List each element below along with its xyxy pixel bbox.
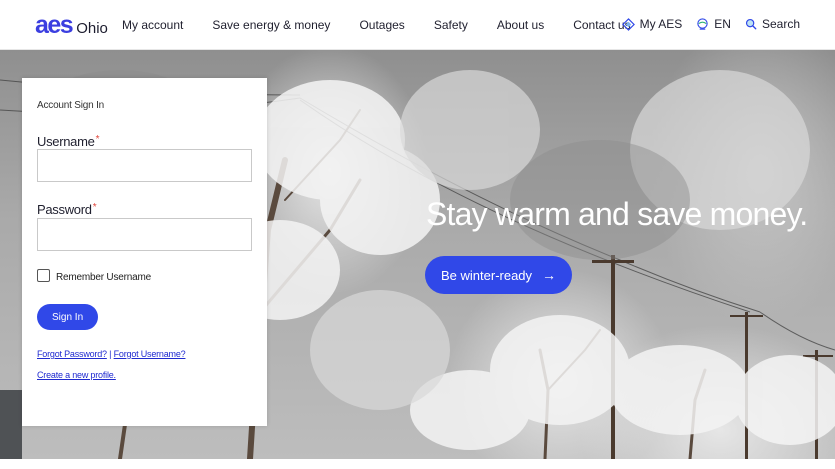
nav-my-account[interactable]: My account	[122, 18, 183, 32]
main-nav: My account Save energy & money Outages S…	[122, 18, 631, 32]
nav-outages[interactable]: Outages	[359, 18, 404, 32]
password-label: Password*	[37, 202, 97, 217]
password-label-text: Password	[37, 202, 92, 217]
link-separator: |	[109, 349, 112, 359]
language-label: EN	[714, 17, 731, 31]
username-label: Username*	[37, 134, 99, 149]
page-footer-strip	[0, 459, 835, 469]
be-winter-ready-button[interactable]: Be winter-ready →	[425, 256, 573, 294]
cta-label: Be winter-ready	[441, 267, 533, 283]
arrow-right-icon: →	[542, 267, 557, 283]
language-selector[interactable]: EN	[696, 17, 731, 31]
forgot-password-link[interactable]: Forgot Password?	[37, 349, 107, 359]
username-label-text: Username	[37, 134, 95, 149]
my-aes-label: My AES	[639, 17, 683, 31]
logo-mark: aes	[35, 11, 74, 39]
password-input[interactable]	[37, 218, 252, 251]
required-mark: *	[95, 134, 100, 145]
my-aes-link[interactable]: My AES	[621, 17, 683, 31]
required-mark: *	[92, 202, 97, 213]
aes-ohio-logo[interactable]: aes Ohio	[35, 11, 108, 39]
hero-headline: Stay warm and save money.	[426, 196, 808, 232]
sign-in-button[interactable]: Sign In	[37, 304, 99, 330]
search-icon	[745, 18, 757, 30]
create-profile-link[interactable]: Create a new profile.	[37, 370, 116, 380]
nav-save-energy[interactable]: Save energy & money	[212, 18, 330, 32]
forgot-links: Forgot Password? | Forgot Username?	[37, 349, 186, 359]
globe-icon	[697, 17, 708, 30]
remember-username-row[interactable]: Remember Username	[37, 268, 151, 283]
remember-username-label: Remember Username	[56, 272, 151, 283]
search-link[interactable]: Search	[745, 17, 800, 31]
my-aes-icon	[621, 17, 635, 31]
nav-safety[interactable]: Safety	[434, 18, 468, 32]
utility-nav: My AES EN Search	[608, 17, 800, 31]
logo-region: Ohio	[76, 20, 108, 37]
search-label: Search	[761, 17, 800, 31]
remember-username-checkbox[interactable]	[37, 269, 50, 282]
sign-in-title: Account Sign In	[37, 100, 105, 111]
username-input[interactable]	[37, 149, 252, 182]
forgot-username-link[interactable]: Forgot Username?	[114, 349, 186, 359]
sign-in-card: Account Sign In Username* Password* Reme…	[22, 78, 267, 426]
site-header: aes Ohio My account Save energy & money …	[0, 0, 835, 50]
nav-about-us[interactable]: About us	[497, 18, 544, 32]
